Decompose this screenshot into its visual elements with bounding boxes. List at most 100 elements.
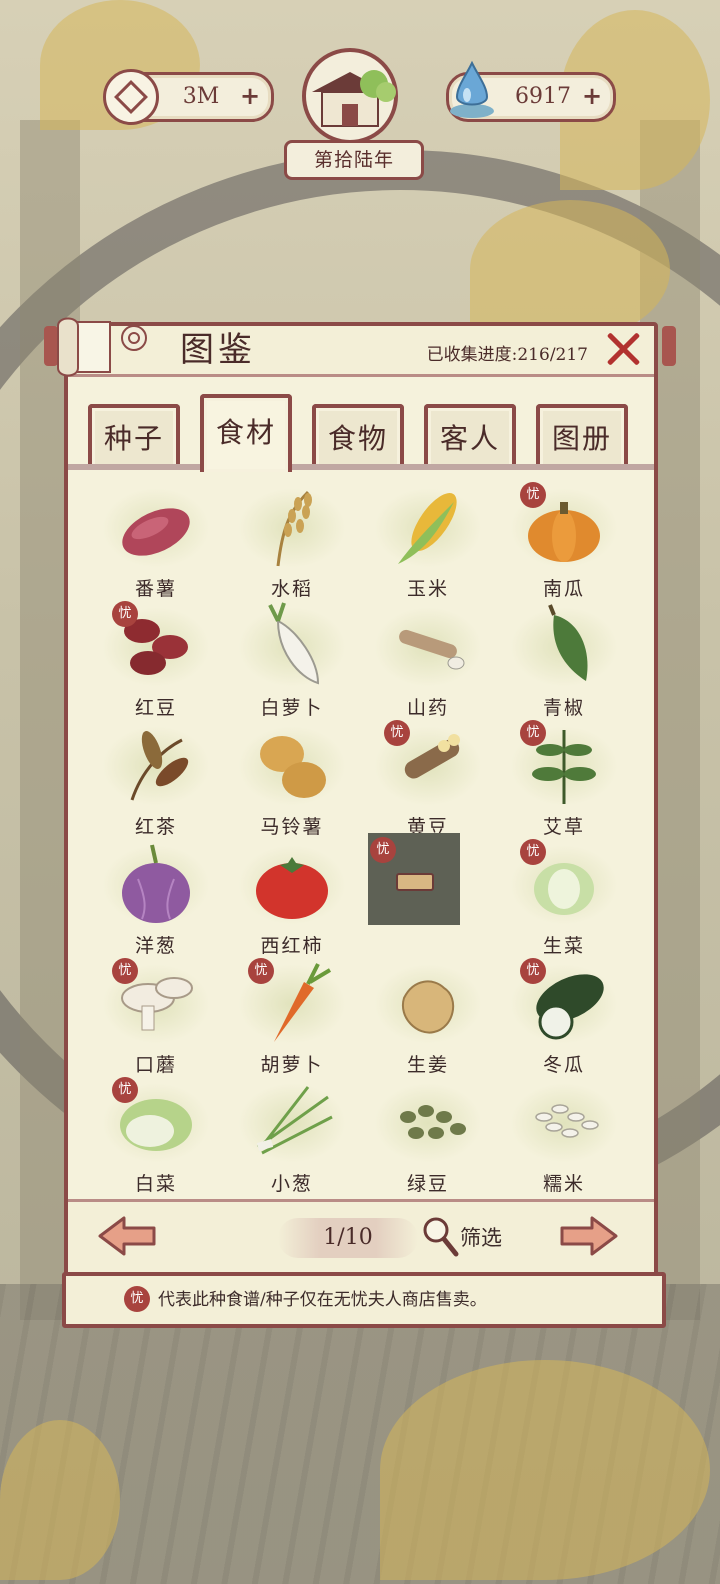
next-page-button[interactable] [558, 1214, 620, 1258]
ingredient-item[interactable]: 山药 [360, 601, 496, 719]
ingredient-item[interactable]: 南瓜 忧 [496, 482, 632, 600]
ingredient-item[interactable]: 玉米 [360, 482, 496, 600]
ingredient-item[interactable]: 口蘑 忧 [88, 958, 224, 1076]
ingredient-label: 白菜 [134, 1173, 177, 1195]
ingredient-label: 西红柿 [260, 935, 324, 957]
ingredient-item[interactable]: 红茶 [88, 720, 224, 838]
ingredient-label: 小葱 [270, 1173, 313, 1195]
sweet-potato-icon [112, 482, 200, 570]
ingredient-item[interactable]: 生菜 忧 [496, 839, 632, 957]
ingredient-item[interactable]: 番薯 [88, 482, 224, 600]
rice-icon [248, 482, 336, 570]
coin-value: 3M [182, 84, 220, 109]
ingredient-item[interactable]: 冬瓜 忧 [496, 958, 632, 1076]
radish-icon [248, 601, 336, 689]
ingredient-label: 红豆 [134, 697, 177, 719]
ingredient-item[interactable]: 水稻 [224, 482, 360, 600]
tab-seeds[interactable]: 种子 [88, 404, 180, 470]
ingredient-item[interactable]: 生姜 [360, 958, 496, 1076]
filter-label: 筛选 [460, 1226, 502, 1250]
scallion-icon [248, 1077, 336, 1165]
exclusive-badge-icon: 忧 [520, 720, 546, 746]
ingredient-label: 山药 [406, 697, 449, 719]
prev-page-button[interactable] [96, 1214, 158, 1258]
magnifier-icon [423, 1217, 459, 1257]
exclusive-badge-icon: 忧 [370, 837, 396, 863]
filter-button[interactable]: 筛选 [420, 1212, 530, 1262]
ingredient-label: 玉米 [406, 578, 449, 600]
ingredient-item[interactable]: 艾草 忧 [496, 720, 632, 838]
exclusive-hint: 忧 代表此种食谱/种子仅在无忧夫人商店售卖。 [62, 1272, 666, 1328]
ingredient-item[interactable]: 马铃薯 [224, 720, 360, 838]
panel-header: 图鉴 已收集进度:216/217 [57, 317, 654, 377]
water-counter[interactable]: 6917 + [446, 60, 616, 122]
ingredient-item[interactable]: 糯米 [496, 1077, 632, 1195]
exclusive-badge-icon: 忧 [248, 958, 274, 984]
ingredient-item[interactable]: 青椒 [496, 601, 632, 719]
ingredient-item[interactable]: 白菜 忧 [88, 1077, 224, 1195]
water-drop-icon [445, 59, 499, 121]
exclusive-badge-icon: 忧 [124, 1286, 150, 1312]
coin-counter[interactable]: 3M + [103, 69, 274, 125]
ingredient-item[interactable]: 小葱 [224, 1077, 360, 1195]
ingredient-label: 胡萝卜 [260, 1054, 324, 1076]
ginkgo-leaf [380, 1360, 710, 1580]
tab-ingredients[interactable]: 食材 [200, 394, 292, 472]
ingredient-label: 冬瓜 [542, 1054, 585, 1076]
tab-food[interactable]: 食物 [312, 404, 404, 470]
ginkgo-leaf [0, 1420, 120, 1580]
onion-icon [112, 839, 200, 927]
scroll-icon [48, 312, 148, 382]
close-button[interactable] [604, 330, 642, 368]
ingredient-item[interactable]: 胡萝卜 忧 [224, 958, 360, 1076]
tea-icon [112, 720, 200, 808]
lock-icon [396, 873, 434, 891]
ingredient-item[interactable]: 黄豆忧 [360, 720, 496, 838]
exclusive-badge-icon: 忧 [112, 958, 138, 984]
add-coins-icon[interactable]: + [239, 84, 261, 108]
exclusive-badge-icon: 忧 [520, 482, 546, 508]
tab-album[interactable]: 图册 [536, 404, 628, 470]
encyclopedia-panel: 图鉴 已收集进度:216/217 种子 食材 食物 客人 图册 番薯 水稻 玉米 南瓜… [57, 317, 658, 1282]
ingredient-label: 绿豆 [406, 1173, 449, 1195]
ginkgo-leaf [470, 200, 670, 340]
ingredient-label: 水稻 [270, 578, 313, 600]
ingredient-label: 红茶 [134, 816, 177, 838]
exclusive-badge-icon: 忧 [520, 839, 546, 865]
ginger-icon [384, 958, 472, 1046]
exclusive-badge-icon: 忧 [520, 958, 546, 984]
ingredient-item[interactable]: 西红柿 [224, 839, 360, 957]
potato-icon [248, 720, 336, 808]
pagination-bar: 1/10 筛选 [68, 1199, 654, 1278]
water-value: 6917 [515, 84, 571, 109]
page-indicator: 1/10 [278, 1218, 418, 1258]
ingredient-label: 青椒 [542, 697, 585, 719]
ingredient-label: 生菜 [542, 935, 585, 957]
ingredient-label: 番薯 [134, 578, 177, 600]
green-pepper-icon [520, 601, 608, 689]
ingredient-label: 南瓜 [542, 578, 585, 600]
scroll-rod [662, 326, 676, 366]
collection-progress: 已收集进度:216/217 [426, 345, 588, 365]
hint-text: 代表此种食谱/种子仅在无忧夫人商店售卖。 [158, 1290, 487, 1310]
category-tabs: 种子 食材 食物 客人 图册 [88, 394, 634, 472]
exclusive-badge-icon: 忧 [384, 720, 410, 746]
add-water-icon[interactable]: + [581, 84, 603, 108]
ingredient-item[interactable]: 洋葱 [88, 839, 224, 957]
ingredient-item[interactable]: 绿豆 [360, 1077, 496, 1195]
glutinous-rice-icon [520, 1077, 608, 1165]
tab-guests[interactable]: 客人 [424, 404, 516, 470]
exclusive-badge-icon: 忧 [112, 1077, 138, 1103]
corn-icon [384, 482, 472, 570]
coin-icon [103, 69, 159, 125]
ingredient-label: 白萝卜 [260, 697, 324, 719]
tomato-icon [248, 839, 336, 927]
panel-title: 图鉴 [180, 330, 256, 370]
ingredient-item[interactable]: 忧 [360, 833, 496, 957]
ingredient-label: 马铃薯 [260, 816, 324, 838]
yam-icon [384, 601, 472, 689]
ingredient-label: 口蘑 [134, 1054, 177, 1076]
ingredient-item[interactable]: 白萝卜 [224, 601, 360, 719]
ingredient-item[interactable]: 红豆 忧 [88, 601, 224, 719]
pavilion-emblem [290, 44, 410, 144]
